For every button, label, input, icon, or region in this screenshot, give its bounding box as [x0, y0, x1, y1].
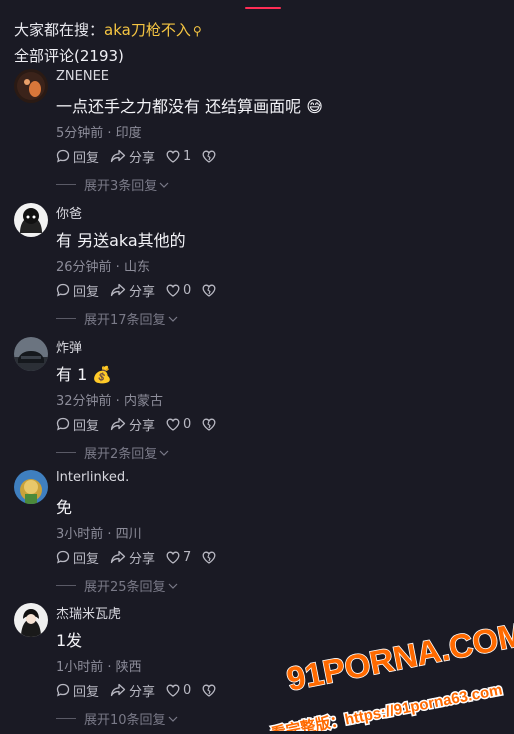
avatar[interactable]	[14, 603, 48, 637]
like-count: 0	[183, 682, 192, 698]
share-button[interactable]: 分享	[110, 415, 166, 434]
expand-replies[interactable]: 展开3条回复	[56, 175, 169, 194]
like-button[interactable]: 0	[166, 683, 202, 698]
reply-button[interactable]: 回复	[56, 681, 110, 700]
comment-text: 1发	[56, 631, 83, 650]
comment-actions: 回复 分享 0	[56, 681, 216, 700]
comment-author[interactable]: lnterlinked.	[56, 470, 129, 485]
dislike-button[interactable]	[202, 684, 216, 697]
broken-heart-icon	[202, 284, 216, 297]
comment-count: 全部评论(2193)	[14, 47, 124, 65]
share-button[interactable]: 分享	[110, 147, 166, 166]
expand-replies[interactable]: 展开17条回复	[56, 309, 178, 328]
watermark: 91PORNA.COM 看完整版：https://91porna63.com	[268, 614, 514, 731]
divider	[56, 718, 76, 719]
comment-meta: 5分钟前 · 印度	[56, 126, 142, 141]
trending-search-keyword[interactable]: aka刀枪不入	[104, 21, 191, 39]
heart-icon	[166, 551, 180, 564]
comment-author[interactable]: 杰瑞米瓦虎	[56, 603, 121, 622]
comment-text: 一点还手之力都没有 还结算画面呢 😅	[56, 97, 323, 116]
broken-heart-icon	[202, 684, 216, 697]
reply-icon	[56, 683, 70, 697]
chevron-down-icon	[159, 450, 169, 456]
share-button[interactable]: 分享	[110, 281, 166, 300]
comment-item: 炸弹 有 1 💰 32分钟前 · 内蒙古 回复 分享 0 展开2条回复	[0, 335, 514, 468]
dislike-button[interactable]	[202, 150, 216, 163]
reply-icon	[56, 149, 70, 163]
reply-button[interactable]: 回复	[56, 147, 110, 166]
chevron-down-icon	[159, 182, 169, 188]
comment-item: lnterlinked. 免 3小时前 · 四川 回复 分享 7 展开25条回复	[0, 468, 514, 601]
like-count: 1	[183, 148, 192, 164]
expand-replies[interactable]: 展开10条回复	[56, 709, 178, 728]
comment-meta: 1小时前 · 陕西	[56, 660, 142, 675]
active-tab-indicator	[245, 7, 281, 9]
comment-actions: 回复 分享 1	[56, 147, 216, 166]
heart-icon	[166, 684, 180, 697]
avatar[interactable]	[14, 69, 48, 103]
reply-icon	[56, 283, 70, 297]
chevron-down-icon	[168, 316, 177, 322]
like-count: 0	[183, 416, 192, 432]
share-button[interactable]: 分享	[110, 681, 166, 700]
avatar[interactable]	[14, 470, 48, 504]
divider	[56, 585, 76, 586]
comment-text: 免	[56, 498, 73, 517]
share-icon	[110, 550, 126, 564]
dislike-button[interactable]	[202, 551, 216, 564]
emoji: 😅	[306, 97, 323, 116]
broken-heart-icon	[202, 551, 216, 564]
trending-search[interactable]: 大家都在搜：aka刀枪不入 ⚲	[14, 19, 202, 40]
share-icon	[110, 149, 126, 163]
expand-replies[interactable]: 展开2条回复	[56, 443, 169, 462]
comment-actions: 回复 分享 0	[56, 281, 216, 300]
reply-icon	[56, 550, 70, 564]
like-button[interactable]: 0	[166, 417, 202, 432]
like-count: 7	[183, 549, 192, 565]
search-icon: ⚲	[192, 24, 202, 38]
reply-button[interactable]: 回复	[56, 415, 110, 434]
comment-meta: 32分钟前 · 内蒙古	[56, 394, 163, 409]
divider	[56, 318, 76, 319]
heart-icon	[166, 150, 180, 163]
avatar[interactable]	[14, 203, 48, 237]
trending-search-prefix: 大家都在搜：	[14, 21, 105, 39]
like-count: 0	[183, 282, 192, 298]
comment-text: 有 另送aka其他的	[56, 231, 186, 250]
share-icon	[110, 417, 126, 431]
comment-author[interactable]: 你爸	[56, 203, 82, 222]
dislike-button[interactable]	[202, 418, 216, 431]
like-button[interactable]: 7	[166, 550, 202, 565]
chevron-down-icon	[168, 716, 177, 722]
comment-meta: 3小时前 · 四川	[56, 527, 142, 542]
emoji: 💰	[92, 365, 113, 384]
share-icon	[110, 683, 126, 697]
chevron-down-icon	[168, 583, 177, 589]
broken-heart-icon	[202, 150, 216, 163]
comment-actions: 回复 分享 7	[56, 548, 216, 567]
divider	[56, 452, 76, 453]
comment-author[interactable]: 炸弹	[56, 337, 82, 356]
like-button[interactable]: 1	[166, 149, 202, 164]
comment-item: ZNENEE 一点还手之力都没有 还结算画面呢 😅 5分钟前 · 印度 回复 分…	[0, 67, 514, 200]
share-button[interactable]: 分享	[110, 548, 166, 567]
reply-button[interactable]: 回复	[56, 548, 110, 567]
comment-meta: 26分钟前 · 山东	[56, 260, 150, 275]
reply-icon	[56, 417, 70, 431]
comment-author[interactable]: ZNENEE	[56, 69, 109, 84]
divider	[56, 184, 76, 185]
comment-item: 你爸 有 另送aka其他的 26分钟前 · 山东 回复 分享 0 展开17条回复	[0, 201, 514, 334]
like-button[interactable]: 0	[166, 283, 202, 298]
dislike-button[interactable]	[202, 284, 216, 297]
comment-text: 有 1 💰	[56, 365, 113, 384]
heart-icon	[166, 284, 180, 297]
broken-heart-icon	[202, 418, 216, 431]
expand-replies[interactable]: 展开25条回复	[56, 576, 178, 595]
avatar[interactable]	[14, 337, 48, 371]
heart-icon	[166, 418, 180, 431]
comment-actions: 回复 分享 0	[56, 415, 216, 434]
share-icon	[110, 283, 126, 297]
reply-button[interactable]: 回复	[56, 281, 110, 300]
